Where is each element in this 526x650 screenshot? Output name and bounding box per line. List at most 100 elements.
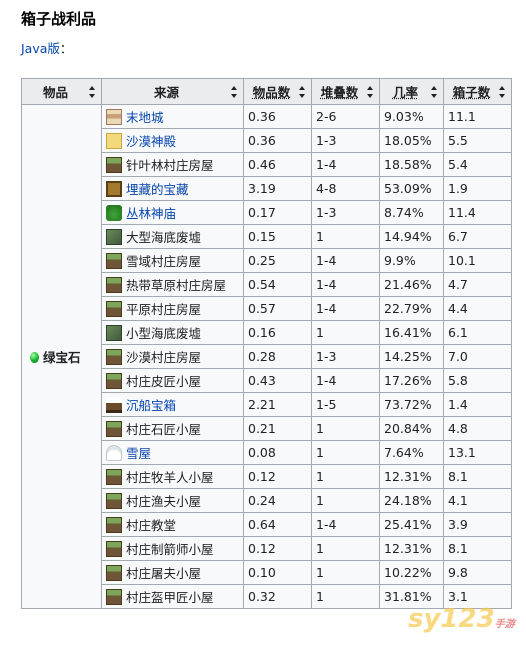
sort-icon[interactable] xyxy=(231,86,238,98)
source-link[interactable]: 沙漠神殿 xyxy=(126,134,176,149)
source-label: 村庄渔夫小屋 xyxy=(126,494,202,509)
source-link[interactable]: 雪屋 xyxy=(126,446,151,461)
source-cell: 沉船宝箱 xyxy=(101,392,244,417)
sort-icon[interactable] xyxy=(299,86,306,98)
chance-cell: 18.05% xyxy=(379,128,444,153)
chests-cell: 4.7 xyxy=(443,272,512,297)
chance-cell: 9.9% xyxy=(379,248,444,273)
count-cell: 0.17 xyxy=(243,200,312,225)
source-label: 村庄盔甲匠小屋 xyxy=(126,590,214,605)
village-house-icon xyxy=(106,493,122,509)
source-label: 村庄制箭师小屋 xyxy=(126,542,214,557)
column-header-count[interactable]: 物品数 xyxy=(243,78,312,105)
stack-cell: 1 xyxy=(311,536,380,561)
source-cell: 村庄盔甲匠小屋 xyxy=(101,584,244,609)
village-house-icon xyxy=(106,589,122,605)
stack-cell: 1 xyxy=(311,320,380,345)
count-cell: 3.19 xyxy=(243,176,312,201)
column-header-item[interactable]: 物品 xyxy=(21,78,102,105)
chance-cell: 9.03% xyxy=(379,104,444,129)
ocean-ruin-icon xyxy=(106,325,122,341)
source-cell: 小型海底废墟 xyxy=(101,320,244,345)
chance-cell: 7.64% xyxy=(379,440,444,465)
source-label: 村庄屠夫小屋 xyxy=(126,566,202,581)
stack-cell: 1 xyxy=(311,584,380,609)
count-cell: 0.12 xyxy=(243,464,312,489)
source-cell: 村庄屠夫小屋 xyxy=(101,560,244,585)
chests-cell: 6.1 xyxy=(443,320,512,345)
igloo-icon xyxy=(106,445,122,461)
stack-cell: 1-4 xyxy=(311,512,380,537)
chests-cell: 13.1 xyxy=(443,440,512,465)
village-house-icon xyxy=(106,301,122,317)
source-cell: 沙漠神殿 xyxy=(101,128,244,153)
chests-cell: 5.5 xyxy=(443,128,512,153)
sort-icon[interactable] xyxy=(89,86,96,98)
source-cell: 村庄制箭师小屋 xyxy=(101,536,244,561)
chance-cell: 22.79% xyxy=(379,296,444,321)
count-cell: 0.21 xyxy=(243,416,312,441)
stack-cell: 1-4 xyxy=(311,272,380,297)
column-header-chests[interactable]: 箱子数 xyxy=(443,78,512,105)
count-cell: 0.32 xyxy=(243,584,312,609)
village-house-icon xyxy=(106,565,122,581)
source-link[interactable]: 埋藏的宝藏 xyxy=(126,182,189,197)
source-cell: 末地城 xyxy=(101,104,244,129)
source-label: 村庄皮匠小屋 xyxy=(126,374,202,389)
count-cell: 0.12 xyxy=(243,536,312,561)
source-cell: 雪域村庄房屋 xyxy=(101,248,244,273)
chests-cell: 3.9 xyxy=(443,512,512,537)
chests-cell: 10.1 xyxy=(443,248,512,273)
count-cell: 0.36 xyxy=(243,128,312,153)
stack-cell: 1-4 xyxy=(311,152,380,177)
count-cell: 0.43 xyxy=(243,368,312,393)
sort-icon[interactable] xyxy=(499,86,506,98)
source-label: 雪域村庄房屋 xyxy=(126,254,202,269)
sort-icon[interactable] xyxy=(431,86,438,98)
chance-cell: 20.84% xyxy=(379,416,444,441)
source-cell: 平原村庄房屋 xyxy=(101,296,244,321)
chests-cell: 5.4 xyxy=(443,152,512,177)
source-cell: 村庄牧羊人小屋 xyxy=(101,464,244,489)
source-link[interactable]: 沉船宝箱 xyxy=(126,398,176,413)
source-cell: 大型海底废墟 xyxy=(101,224,244,249)
chests-cell: 7.0 xyxy=(443,344,512,369)
column-header-chance[interactable]: 几率 xyxy=(379,78,444,105)
count-cell: 0.28 xyxy=(243,344,312,369)
village-house-icon xyxy=(106,373,122,389)
source-label: 平原村庄房屋 xyxy=(126,302,202,317)
count-cell: 0.10 xyxy=(243,560,312,585)
source-label: 村庄牧羊人小屋 xyxy=(126,470,214,485)
village-house-icon xyxy=(106,541,122,557)
count-cell: 0.54 xyxy=(243,272,312,297)
stack-cell: 1-3 xyxy=(311,128,380,153)
stack-cell: 2-6 xyxy=(311,104,380,129)
edition-suffix: ： xyxy=(59,41,73,56)
chests-cell: 4.8 xyxy=(443,416,512,441)
stack-cell: 1-4 xyxy=(311,368,380,393)
edition-link[interactable]: Java版 xyxy=(21,41,60,56)
item-cell: 绿宝石 xyxy=(21,104,102,609)
emerald-icon xyxy=(30,352,39,363)
source-cell: 村庄石匠小屋 xyxy=(101,416,244,441)
stack-cell: 1 xyxy=(311,560,380,585)
stack-cell: 1 xyxy=(311,224,380,249)
source-link[interactable]: 末地城 xyxy=(126,110,164,125)
chance-cell: 73.72% xyxy=(379,392,444,417)
buried-treasure-icon xyxy=(106,181,122,197)
source-label: 针叶林村庄房屋 xyxy=(126,158,214,173)
source-cell: 沙漠村庄房屋 xyxy=(101,344,244,369)
count-cell: 0.15 xyxy=(243,224,312,249)
village-house-icon xyxy=(106,517,122,533)
count-cell: 0.25 xyxy=(243,248,312,273)
village-house-icon xyxy=(106,421,122,437)
source-link[interactable]: 丛林神庙 xyxy=(126,206,176,221)
column-header-source[interactable]: 来源 xyxy=(101,78,244,105)
source-cell: 雪屋 xyxy=(101,440,244,465)
sort-icon[interactable] xyxy=(367,86,374,98)
source-label: 大型海底废墟 xyxy=(126,230,202,245)
source-cell: 埋藏的宝藏 xyxy=(101,176,244,201)
chests-cell: 8.1 xyxy=(443,536,512,561)
source-label: 小型海底废墟 xyxy=(126,326,202,341)
column-header-stack[interactable]: 堆叠数 xyxy=(311,78,380,105)
